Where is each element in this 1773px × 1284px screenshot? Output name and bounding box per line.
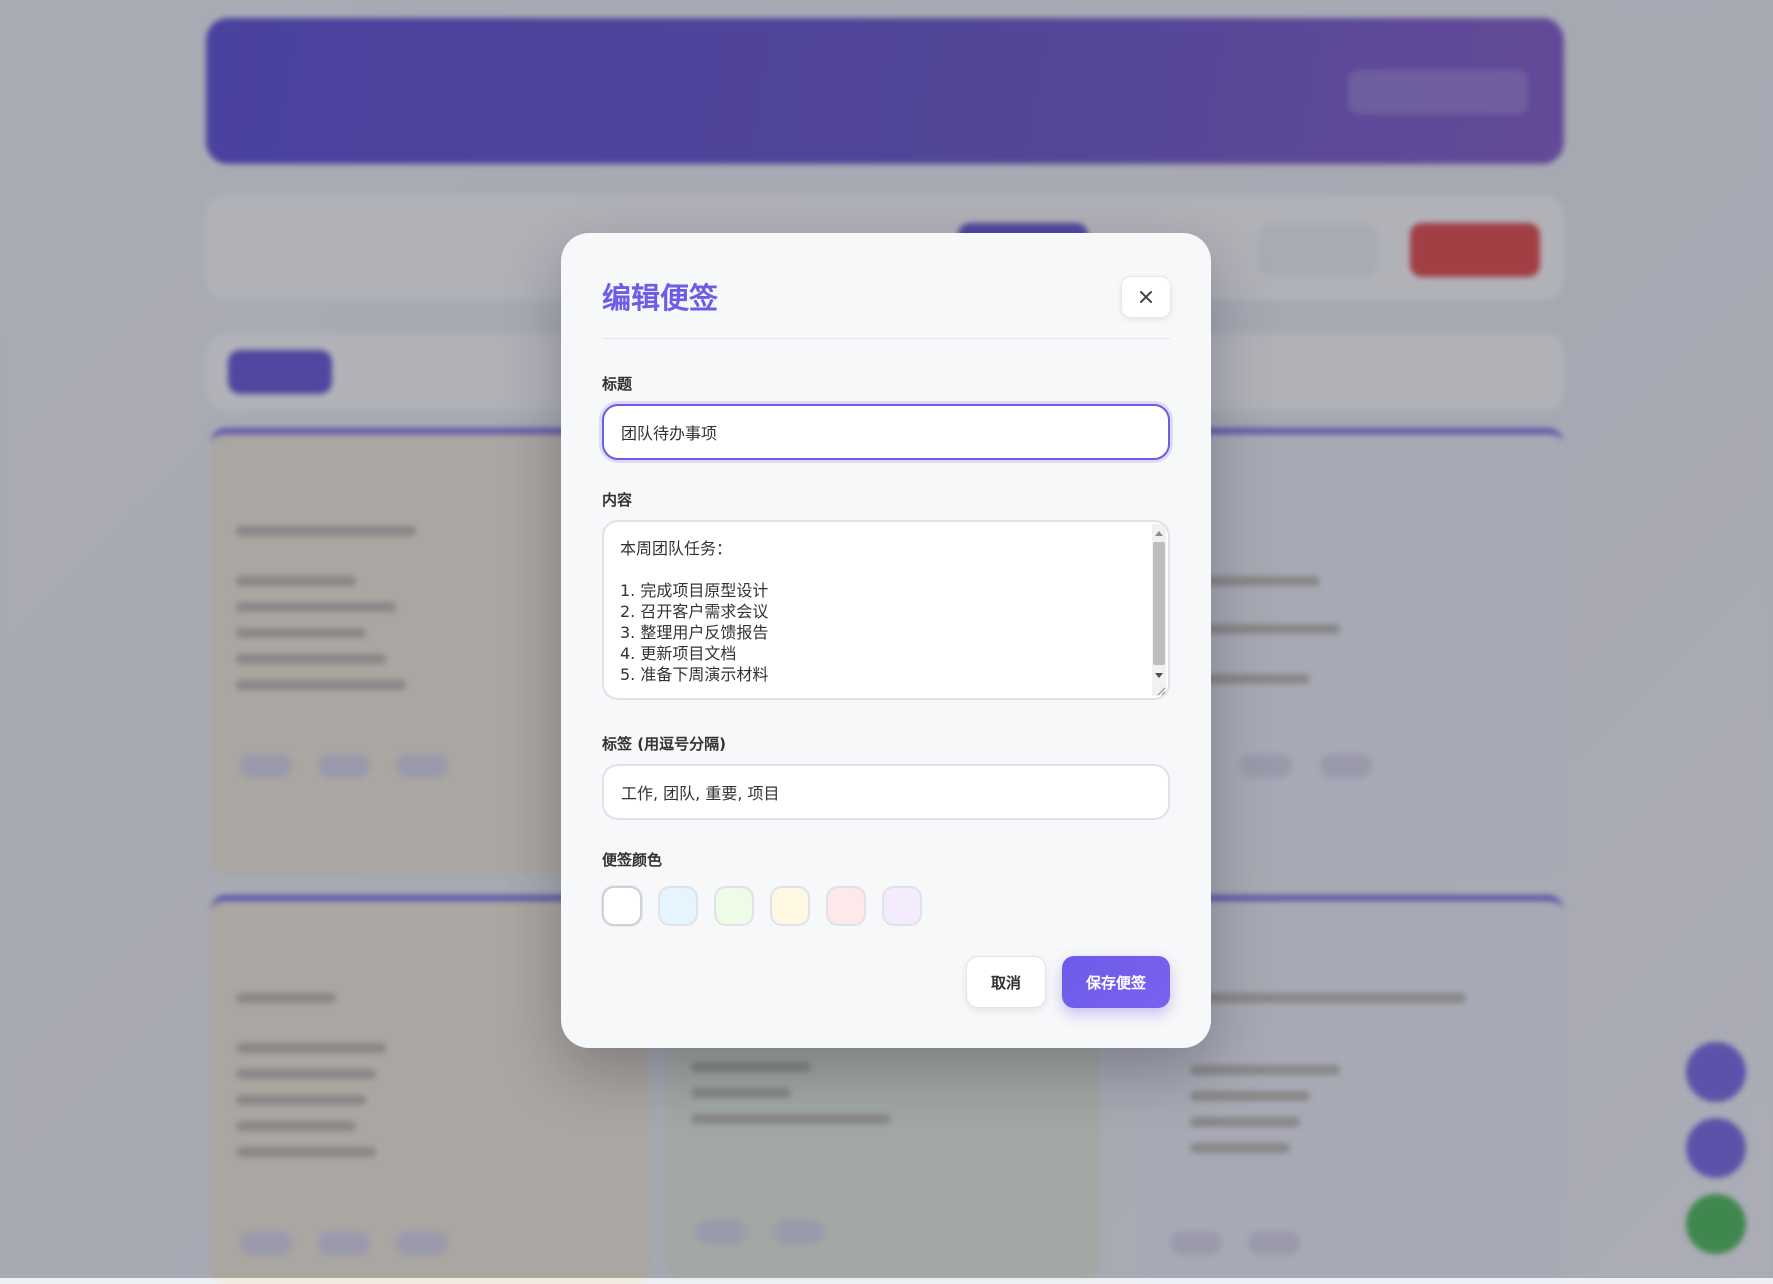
color-swatch-white[interactable]: [602, 886, 642, 926]
edit-note-modal: 编辑便签 标题 内容 本周团队任务： 1. 完成项目原型设计 2. 召开客户需求…: [561, 233, 1211, 1048]
cancel-button[interactable]: 取消: [966, 956, 1046, 1008]
color-swatch-blue[interactable]: [658, 886, 698, 926]
content-text: 本周团队任务： 1. 完成项目原型设计 2. 召开客户需求会议 3. 整理用户反…: [620, 539, 769, 684]
color-swatch-green[interactable]: [714, 886, 754, 926]
color-swatches: [602, 886, 922, 926]
scroll-thumb[interactable]: [1153, 542, 1165, 665]
tags-input[interactable]: [602, 764, 1170, 820]
title-input[interactable]: [602, 404, 1170, 460]
color-swatch-yellow[interactable]: [770, 886, 810, 926]
close-icon: [1140, 291, 1152, 303]
modal-divider: [602, 338, 1170, 339]
scroll-up-icon[interactable]: [1155, 531, 1163, 536]
content-scrollbar[interactable]: [1152, 524, 1166, 696]
save-note-button[interactable]: 保存便签: [1062, 956, 1170, 1008]
resize-grip-icon[interactable]: [1156, 686, 1166, 696]
color-swatch-red[interactable]: [826, 886, 866, 926]
scroll-down-icon[interactable]: [1155, 673, 1163, 678]
content-textarea[interactable]: 本周团队任务： 1. 完成项目原型设计 2. 召开客户需求会议 3. 整理用户反…: [602, 520, 1170, 700]
modal-title: 编辑便签: [602, 281, 719, 315]
color-swatch-purple[interactable]: [882, 886, 922, 926]
close-button[interactable]: [1121, 276, 1171, 318]
tags-label: 标签 (用逗号分隔): [602, 735, 726, 753]
content-label: 内容: [602, 491, 633, 509]
title-label: 标题: [602, 375, 633, 393]
color-label: 便签颜色: [602, 851, 663, 869]
